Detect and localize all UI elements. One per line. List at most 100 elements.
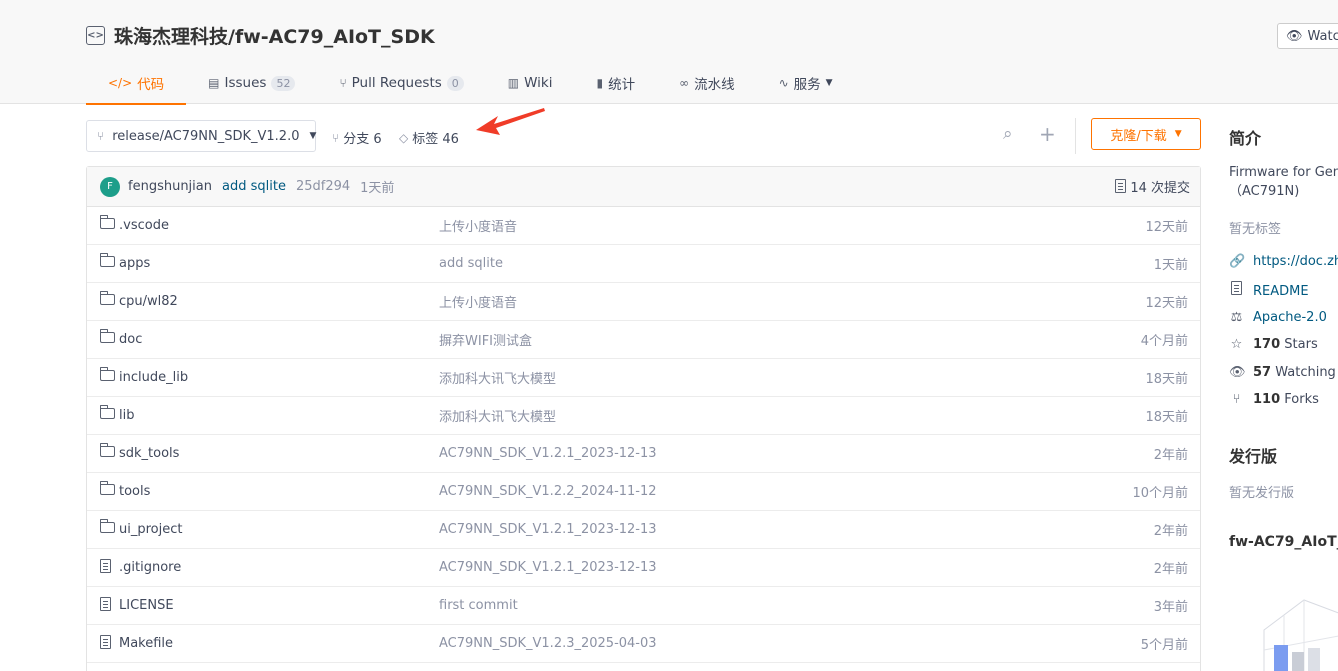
- caret-down-icon: ▼: [1174, 129, 1182, 139]
- file-commit-message[interactable]: AC79NN_SDK_V1.2.3_2025-04-03: [439, 636, 657, 651]
- license-link[interactable]: ⚖ Apache-2.0: [1229, 310, 1327, 325]
- chevron-down-icon: ▼: [825, 78, 833, 88]
- tags-link[interactable]: ◇ 标签 46: [399, 128, 459, 148]
- homepage-link[interactable]: 🔗 https://doc.zh: [1229, 254, 1338, 269]
- releases-heading: 发行版: [1229, 447, 1278, 466]
- file-commit-message[interactable]: AC79NN_SDK_V1.2.1_2023-12-13: [439, 446, 657, 461]
- pr-count-badge: 0: [446, 75, 464, 91]
- table-row[interactable]: tools AC79NN_SDK_V1.2.2_2024-11-12 10个月前: [87, 473, 1200, 511]
- repo-title-group: <> 珠海杰理科技/fw-AC79_AIoT_SDK: [86, 22, 435, 49]
- forks-stat[interactable]: ⑂ 110 Forks: [1229, 392, 1319, 407]
- file-name[interactable]: doc: [119, 332, 142, 347]
- tab-issues[interactable]: ▤ Issues 52: [186, 62, 317, 104]
- file-commit-message[interactable]: AC79NN_SDK_V1.2.1_2023-12-13: [439, 560, 657, 575]
- file-name[interactable]: Makefile: [119, 636, 173, 651]
- repo-short-name: fw-AC79_AIoT_: [1229, 534, 1338, 550]
- file-name[interactable]: lib: [119, 408, 134, 423]
- file-icon: [100, 597, 111, 616]
- intro-heading: 简介: [1229, 129, 1262, 148]
- table-row[interactable]: LICENSE first commit 3年前: [87, 587, 1200, 625]
- branches-link[interactable]: ⑂ 分支 6: [332, 128, 382, 148]
- watch-button[interactable]: 👁 Watch: [1277, 23, 1338, 49]
- table-row[interactable]: ui_project AC79NN_SDK_V1.2.1_2023-12-13 …: [87, 511, 1200, 549]
- file-commit-message[interactable]: 上传小度语音: [439, 216, 517, 235]
- stars-stat[interactable]: ☆ 170 Stars: [1229, 337, 1318, 352]
- tab-stats[interactable]: ▮ 统计: [575, 62, 658, 104]
- table-row[interactable]: sdk_tools AC79NN_SDK_V1.2.1_2023-12-13 2…: [87, 435, 1200, 473]
- table-row[interactable]: lib 添加科大讯飞大模型 18天前: [87, 397, 1200, 435]
- file-name[interactable]: LICENSE: [119, 598, 174, 613]
- code-icon: </>: [108, 76, 133, 90]
- file-name[interactable]: include_lib: [119, 370, 188, 385]
- folder-icon: [99, 253, 115, 271]
- table-row[interactable]: .gitignore AC79NN_SDK_V1.2.1_2023-12-13 …: [87, 549, 1200, 587]
- file-commit-message[interactable]: 摒弃WIFI测试盒: [439, 330, 532, 349]
- file-time: 1天前: [1153, 258, 1188, 273]
- tab-code[interactable]: </> 代码: [86, 62, 187, 105]
- branch-icon: ⑂: [97, 129, 105, 143]
- plus-icon[interactable]: +: [1039, 122, 1056, 146]
- file-time: 12天前: [1145, 220, 1188, 235]
- file-name[interactable]: .gitignore: [119, 560, 181, 575]
- table-row[interactable]: include_lib 添加科大讯飞大模型 18天前: [87, 359, 1200, 397]
- chart-icon: ▮: [596, 76, 604, 90]
- file-icon: [100, 559, 111, 578]
- file-time: 18天前: [1145, 372, 1188, 387]
- file-time: 2年前: [1153, 448, 1188, 463]
- table-row[interactable]: .vscode 上传小度语音 12天前: [87, 207, 1200, 245]
- tab-pull-requests[interactable]: ⑂ Pull Requests 0: [317, 62, 485, 104]
- repo-description: Firmware for Gene （AC791N): [1229, 165, 1338, 199]
- eye-icon: 👁: [1229, 365, 1246, 380]
- commit-author[interactable]: fengshunjian: [128, 179, 212, 194]
- branch-icon: ⑂: [332, 130, 340, 145]
- avatar[interactable]: F: [100, 176, 120, 197]
- file-name[interactable]: sdk_tools: [119, 446, 179, 461]
- file-name[interactable]: ui_project: [119, 522, 182, 537]
- file-time: 10个月前: [1132, 486, 1188, 501]
- service-icon: ∿: [778, 76, 789, 90]
- tab-pipeline[interactable]: ∞ 流水线: [657, 62, 757, 104]
- repo-title[interactable]: 珠海杰理科技/fw-AC79_AIoT_SDK: [114, 22, 435, 49]
- file-commit-message[interactable]: AC79NN_SDK_V1.2.1_2023-12-13: [439, 522, 657, 537]
- file-time: 2年前: [1153, 562, 1188, 577]
- scale-icon: ⚖: [1230, 310, 1243, 325]
- table-row[interactable]: apps add sqlite 1天前: [87, 245, 1200, 283]
- commit-message[interactable]: add sqlite: [222, 179, 286, 194]
- commit-time: 1天前: [360, 181, 395, 196]
- clone-download-button[interactable]: 克隆/下载 ▼: [1091, 118, 1201, 150]
- repo-tabs: </> 代码 ▤ Issues 52 ⑂ Pull Requests 0 ▥ W…: [86, 62, 855, 105]
- search-icon[interactable]: ⌕: [1003, 124, 1013, 144]
- branch-name: release/AC79NN_SDK_V1.2.0: [112, 128, 300, 144]
- file-name[interactable]: apps: [119, 256, 150, 271]
- file-commit-message[interactable]: AC79NN_SDK_V1.2.2_2024-11-12: [439, 484, 657, 499]
- fork-icon: ⑂: [1232, 392, 1241, 407]
- table-row[interactable]: doc 摒弃WIFI测试盒 4个月前: [87, 321, 1200, 359]
- latest-commit-bar: F fengshunjian add sqlite 25df294 1天前 14…: [87, 167, 1200, 207]
- toolbar-divider: [1075, 118, 1076, 154]
- file-time: 4个月前: [1140, 334, 1188, 349]
- file-commit-message[interactable]: 添加科大讯飞大模型: [439, 368, 556, 387]
- folder-icon: [99, 405, 115, 423]
- tab-wiki[interactable]: ▥ Wiki: [486, 62, 575, 104]
- table-row[interactable]: Makefile AC79NN_SDK_V1.2.3_2025-04-03 5个…: [87, 625, 1200, 663]
- commit-sha[interactable]: 25df294: [296, 179, 350, 194]
- file-commit-message[interactable]: 添加科大讯飞大模型: [439, 406, 556, 425]
- commit-count-link[interactable]: 14 次提交: [1115, 177, 1190, 196]
- file-name[interactable]: cpu/wl82: [119, 294, 178, 309]
- table-row[interactable]: cpu/wl82 上传小度语音 12天前: [87, 283, 1200, 321]
- file-name[interactable]: .vscode: [119, 218, 169, 233]
- book-icon: [1229, 281, 1244, 300]
- folder-icon: [99, 215, 115, 233]
- issues-count-badge: 52: [271, 75, 296, 91]
- file-time: 18天前: [1145, 410, 1188, 425]
- file-commit-message[interactable]: add sqlite: [439, 256, 503, 271]
- readme-link[interactable]: README: [1229, 281, 1309, 300]
- watching-stat[interactable]: 👁 57 Watching: [1229, 365, 1336, 380]
- caret-down-icon: ▼: [309, 131, 317, 141]
- tab-services[interactable]: ∿ 服务 ▼: [757, 62, 855, 104]
- branch-select[interactable]: ⑂ release/AC79NN_SDK_V1.2.0 ▼: [86, 120, 316, 152]
- file-name[interactable]: tools: [119, 484, 150, 499]
- file-commit-message[interactable]: 上传小度语音: [439, 292, 517, 311]
- file-commit-message[interactable]: first commit: [439, 598, 518, 613]
- annotation-arrow: [476, 108, 545, 135]
